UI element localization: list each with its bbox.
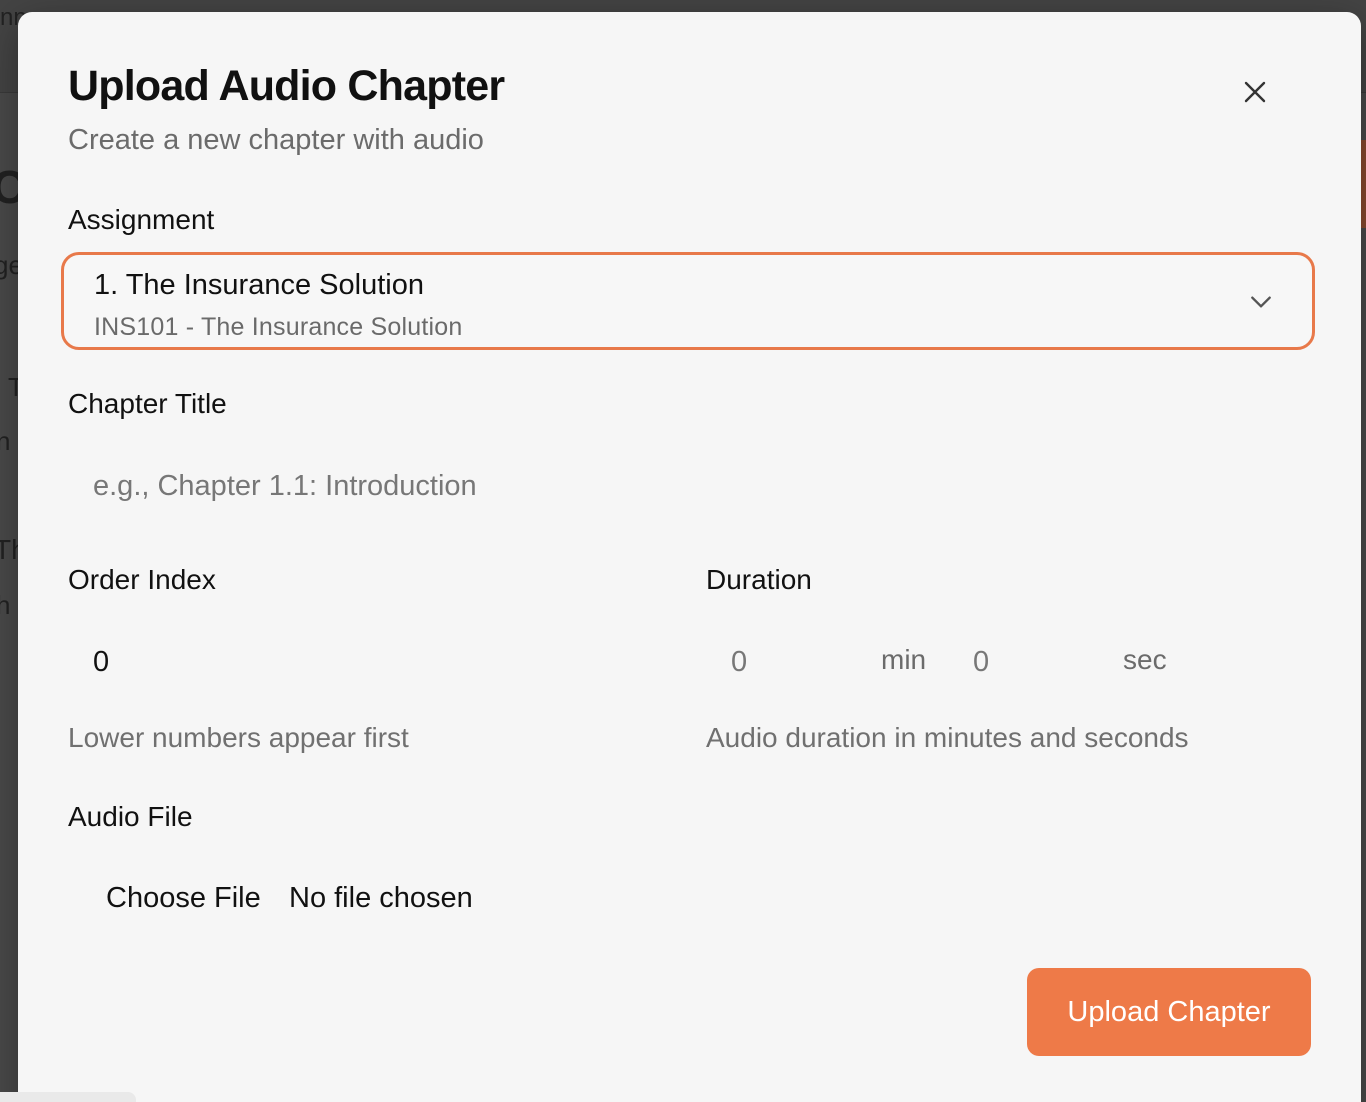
bottom-edge-tab bbox=[0, 1092, 136, 1102]
assignment-label: Assignment bbox=[68, 204, 215, 235]
assignment-selected-title: 1. The Insurance Solution bbox=[94, 269, 424, 301]
upload-audio-chapter-dialog: Upload Audio Chapter Create a new chapte… bbox=[18, 12, 1361, 1102]
order-index-label: Order Index bbox=[68, 564, 216, 595]
duration-minutes-input[interactable] bbox=[731, 640, 871, 684]
seconds-unit-label: sec bbox=[1123, 644, 1167, 675]
chapter-title-input[interactable] bbox=[93, 464, 1313, 508]
file-status-text: No file chosen bbox=[289, 882, 473, 914]
chevron-down-icon bbox=[1251, 296, 1271, 308]
dialog-subtitle: Create a new chapter with audio bbox=[68, 124, 484, 156]
audio-file-label: Audio File bbox=[68, 801, 193, 832]
upload-chapter-button[interactable]: Upload Chapter bbox=[1027, 968, 1311, 1056]
close-icon bbox=[1244, 81, 1266, 103]
background-text-fragment: h bbox=[0, 590, 11, 620]
dialog-title: Upload Audio Chapter bbox=[68, 62, 505, 110]
duration-hint: Audio duration in minutes and seconds bbox=[706, 722, 1189, 753]
order-index-input[interactable] bbox=[93, 640, 653, 684]
duration-seconds-input[interactable] bbox=[973, 640, 1113, 684]
choose-file-button[interactable]: Choose File bbox=[106, 882, 261, 915]
assignment-selected-subtitle: INS101 - The Insurance Solution bbox=[94, 313, 463, 341]
duration-label: Duration bbox=[706, 564, 812, 595]
minutes-unit-label: min bbox=[881, 644, 927, 675]
background-text-fragment: n bbox=[0, 426, 11, 456]
chapter-title-label: Chapter Title bbox=[68, 388, 227, 419]
close-button[interactable] bbox=[1237, 74, 1273, 110]
assignment-select[interactable]: 1. The Insurance Solution INS101 - The I… bbox=[61, 252, 1315, 350]
order-index-hint: Lower numbers appear first bbox=[68, 722, 409, 753]
